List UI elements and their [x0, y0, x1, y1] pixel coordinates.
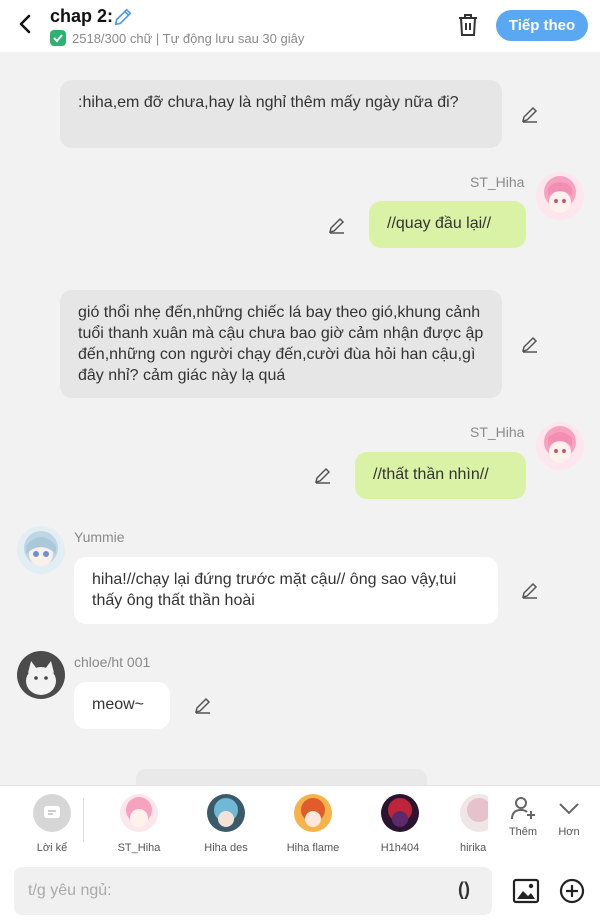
message-bubble[interactable]: hiha!//chạy lại đứng trước mặt cậu// ông…: [74, 557, 498, 624]
message-text: :hiha,em đỡ chưa,hay là nghỉ thêm mấy ng…: [78, 94, 459, 111]
character-label: H1h404: [380, 842, 420, 854]
message-input[interactable]: [14, 867, 492, 915]
message-text: gió thổi nhẹ đến,những chiếc lá bay theo…: [78, 304, 484, 384]
avatar: [294, 794, 332, 832]
trash-icon[interactable]: [455, 12, 481, 38]
message-text: hiha!//chạy lại đứng trước mặt cậu// ông…: [92, 571, 457, 609]
character-st-hiha[interactable]: ST_Hiha: [104, 794, 174, 854]
narration-bubble[interactable]: :hiha,em đỡ chưa,hay là nghỉ thêm mấy ng…: [60, 80, 502, 148]
message-text: //quay đầu lại//: [387, 215, 492, 232]
sender-name: ST_Hiha: [470, 174, 525, 190]
message-bubble[interactable]: //thất thần nhìn//: [355, 452, 526, 499]
parenthesis-button[interactable]: (): [458, 879, 470, 900]
composer: (): [0, 857, 600, 924]
message-text: //thất thần nhìn//: [373, 466, 489, 483]
character-label: Hơn: [558, 826, 580, 838]
edit-pen-icon[interactable]: [520, 580, 540, 600]
character-label: Hiha des: [204, 842, 248, 854]
next-button[interactable]: Tiếp theo: [496, 10, 588, 41]
avatar[interactable]: [536, 422, 584, 470]
avatar: [120, 794, 158, 832]
character-label: ST_Hiha: [117, 842, 161, 854]
pencil-icon[interactable]: [112, 6, 134, 28]
add-circle-icon[interactable]: [558, 877, 586, 905]
check-icon: [50, 30, 66, 46]
image-icon[interactable]: [512, 877, 540, 905]
chapter-title[interactable]: chap 2:: [50, 6, 113, 27]
character-label: hirika: [460, 842, 487, 854]
character-label: Lời kể: [36, 842, 68, 854]
narrator-icon: [33, 794, 71, 832]
character-hirika[interactable]: hirika: [452, 794, 488, 854]
message-bubble[interactable]: //quay đầu lại//: [369, 201, 526, 248]
message-text: meow~: [92, 696, 145, 713]
character-narrator[interactable]: Lời kể: [17, 794, 87, 854]
avatar[interactable]: [536, 172, 584, 220]
more-button[interactable]: Hơn: [540, 794, 598, 838]
avatar: [207, 794, 245, 832]
top-bar: chap 2: 2518/300 chữ | Tự động lưu sau 3…: [0, 0, 600, 52]
sender-name: chloe/ht 001: [74, 654, 151, 670]
avatar: [460, 794, 488, 832]
character-label: Hiha flame: [286, 842, 340, 854]
character-hiha-flame[interactable]: Hiha flame: [278, 794, 348, 854]
edit-pen-icon[interactable]: [520, 334, 540, 354]
character-hiha-des[interactable]: Hiha des: [191, 794, 261, 854]
message-bubble[interactable]: meow~: [74, 682, 170, 729]
avatar[interactable]: [17, 651, 65, 699]
chevron-down-icon: [559, 803, 579, 815]
narration-bubble[interactable]: gió thổi nhẹ đến,những chiếc lá bay theo…: [60, 290, 502, 398]
divider: [83, 798, 84, 842]
character-selector: Lời kể ST_Hiha Hiha des Hiha flame H1h40…: [0, 785, 600, 857]
edit-pen-icon[interactable]: [520, 104, 540, 124]
sender-name: Yummie: [74, 529, 125, 545]
back-arrow-icon[interactable]: [14, 12, 38, 36]
edit-pen-icon[interactable]: [193, 695, 213, 715]
word-count-status: 2518/300 chữ | Tự động lưu sau 30 giây: [72, 31, 305, 46]
character-h1h404[interactable]: H1h404: [365, 794, 435, 854]
add-person-icon: [511, 797, 535, 820]
sender-name: ST_Hiha: [470, 424, 525, 440]
avatar[interactable]: [17, 526, 65, 574]
avatar: [381, 794, 419, 832]
edit-pen-icon[interactable]: [313, 465, 333, 485]
edit-pen-icon[interactable]: [327, 215, 347, 235]
